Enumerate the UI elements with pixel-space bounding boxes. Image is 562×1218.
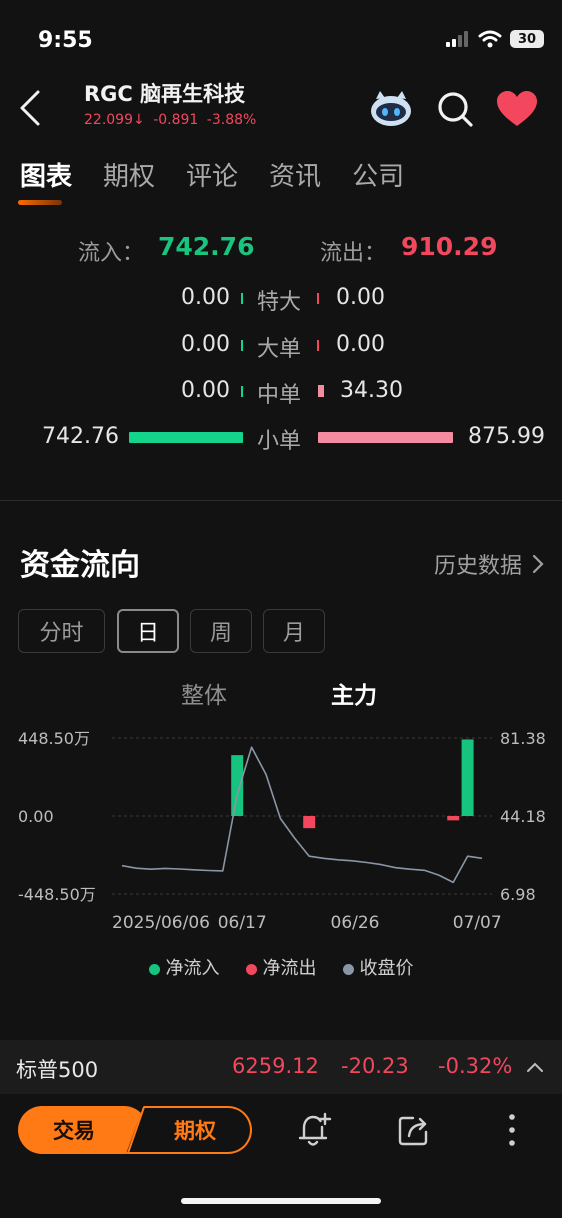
money-flow-chart: 448.50万 0.00 -448.50万 81.38 44.18 6.98 2025/06… (18, 729, 546, 933)
medium-outflow-bar (318, 385, 324, 397)
period-day[interactable]: 日 (117, 609, 179, 653)
battery-icon: 30 (510, 30, 544, 48)
tab-news[interactable]: 资讯 (269, 156, 321, 193)
robot-assistant-icon (371, 91, 411, 126)
index-value: 6259.12 (232, 1054, 319, 1078)
heart-icon (497, 91, 537, 126)
inflow-value: 742.76 (158, 232, 255, 261)
net-outflow-bar (303, 816, 316, 829)
right-axis-label: 6.98 (500, 885, 536, 904)
left-axis-label: 0.00 (18, 807, 54, 826)
x-axis-label: 06/17 (218, 913, 267, 933)
net-inflow-bar (231, 755, 244, 816)
wifi-icon (478, 30, 502, 48)
more-button[interactable] (490, 1108, 534, 1152)
share-button[interactable] (391, 1108, 435, 1152)
net-outflow-bar (447, 816, 460, 821)
outflow-label: 流出： (320, 241, 387, 266)
large-outflow-bar (317, 340, 319, 351)
inflow-label: 流入： (78, 241, 145, 266)
large-inflow-bar (241, 340, 243, 351)
xl-order-label: 特大 (257, 290, 302, 315)
stock-price: 22.099 (84, 112, 133, 128)
tab-options[interactable]: 期权 (103, 156, 155, 193)
arrow-down-icon: ↓ (133, 112, 145, 128)
large-outflow-value: 0.00 (336, 332, 385, 357)
small-outflow-value: 875.99 (468, 424, 545, 449)
index-change: -20.23 (341, 1054, 409, 1078)
legend-close-price: 收盘价 (342, 954, 414, 980)
index-name: 标普500 (16, 1058, 99, 1082)
tab-bar: 图表 期权 评论 资讯 公司 (17, 156, 404, 205)
small-inflow-value: 742.76 (42, 424, 119, 449)
xl-outflow-bar (317, 293, 319, 304)
stock-title: RGC 脑再生科技 (84, 82, 246, 106)
index-change-pct: -0.32% (438, 1054, 513, 1078)
x-axis-label: 07/07 (453, 913, 502, 933)
subtab-main-force[interactable]: 主力 (331, 676, 377, 710)
xl-outflow-value: 0.00 (336, 285, 385, 310)
stock-change: -0.891 (153, 112, 199, 128)
section-title: 资金流向 (20, 548, 140, 583)
medium-order-label: 中单 (257, 383, 302, 408)
legend-outflow: 净流出 (245, 954, 317, 980)
expand-index-button[interactable] (526, 1058, 544, 1077)
medium-outflow-value: 34.30 (340, 378, 403, 403)
price-alert-button[interactable] (292, 1108, 336, 1152)
search-icon (438, 92, 473, 127)
period-month[interactable]: 月 (263, 609, 325, 653)
medium-inflow-value: 0.00 (181, 378, 230, 403)
history-data-label: 历史数据 (433, 554, 522, 579)
signal-icon (446, 31, 468, 47)
left-axis-label: 448.50万 (18, 729, 90, 748)
right-axis-label: 44.18 (500, 807, 546, 826)
divider (0, 500, 562, 501)
robot-assistant-button[interactable] (368, 86, 414, 132)
more-vertical-icon (509, 1114, 515, 1146)
chevron-right-icon (532, 554, 544, 574)
history-data-link[interactable]: 历史数据 (434, 548, 544, 580)
tab-comments[interactable]: 评论 (186, 156, 238, 193)
home-indicator (181, 1198, 381, 1204)
small-outflow-bar (318, 432, 453, 443)
chevron-left-icon (20, 90, 40, 126)
bell-plus-icon (298, 1112, 332, 1146)
status-time: 9:55 (38, 28, 93, 53)
large-order-label: 大单 (257, 337, 302, 362)
chevron-up-icon (527, 1062, 543, 1072)
x-axis-label: 2025/06/06 (112, 913, 210, 933)
outflow-value: 910.29 (401, 232, 498, 261)
tab-company[interactable]: 公司 (352, 156, 404, 193)
search-button[interactable] (432, 86, 478, 132)
right-axis-label: 81.38 (500, 729, 546, 748)
chart-legend: 净流入 净流出 收盘价 (0, 954, 562, 980)
medium-inflow-bar (241, 386, 243, 397)
tab-chart[interactable]: 图表 (17, 156, 72, 205)
period-week[interactable]: 周 (190, 609, 252, 653)
stock-change-pct: -3.88% (206, 112, 257, 128)
small-order-label: 小单 (257, 429, 302, 454)
share-icon (398, 1116, 428, 1146)
close-price-line (121, 746, 483, 884)
status-icons: 30 (446, 30, 544, 48)
favorite-button[interactable] (494, 86, 540, 132)
large-inflow-value: 0.00 (181, 332, 230, 357)
net-inflow-bar (461, 739, 474, 816)
options-button-edge (127, 1106, 145, 1154)
left-axis-label: -448.50万 (18, 885, 96, 904)
xl-inflow-bar (241, 293, 243, 304)
stock-quote: 22.099↓ -0.891 -3.88% (84, 112, 256, 128)
legend-inflow: 净流入 (148, 954, 220, 980)
period-intraday[interactable]: 分时 (18, 609, 105, 653)
small-inflow-bar (129, 432, 243, 443)
xl-inflow-value: 0.00 (181, 285, 230, 310)
subtab-overall[interactable]: 整体 (181, 676, 227, 710)
x-axis-label: 06/26 (331, 913, 380, 933)
back-button[interactable] (16, 86, 46, 130)
